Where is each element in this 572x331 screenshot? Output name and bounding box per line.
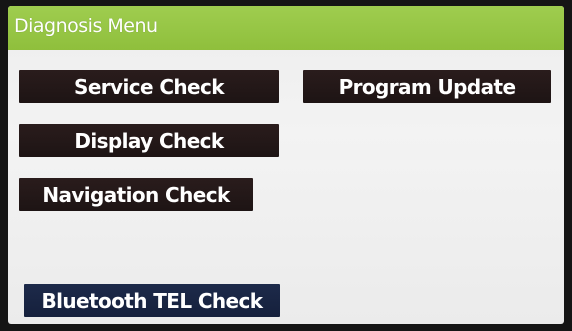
- page-title: Diagnosis Menu: [14, 15, 158, 37]
- title-bar: Diagnosis Menu: [8, 6, 564, 50]
- bluetooth-tel-check-button[interactable]: Bluetooth TEL Check: [24, 284, 280, 317]
- display-check-button[interactable]: Display Check: [19, 124, 279, 157]
- program-update-button[interactable]: Program Update: [303, 70, 551, 103]
- service-check-button[interactable]: Service Check: [19, 70, 279, 103]
- navigation-check-button[interactable]: Navigation Check: [19, 178, 253, 211]
- display-bezel: Diagnosis Menu Service Check Display Che…: [0, 0, 572, 331]
- diagnosis-screen: Diagnosis Menu Service Check Display Che…: [8, 6, 564, 324]
